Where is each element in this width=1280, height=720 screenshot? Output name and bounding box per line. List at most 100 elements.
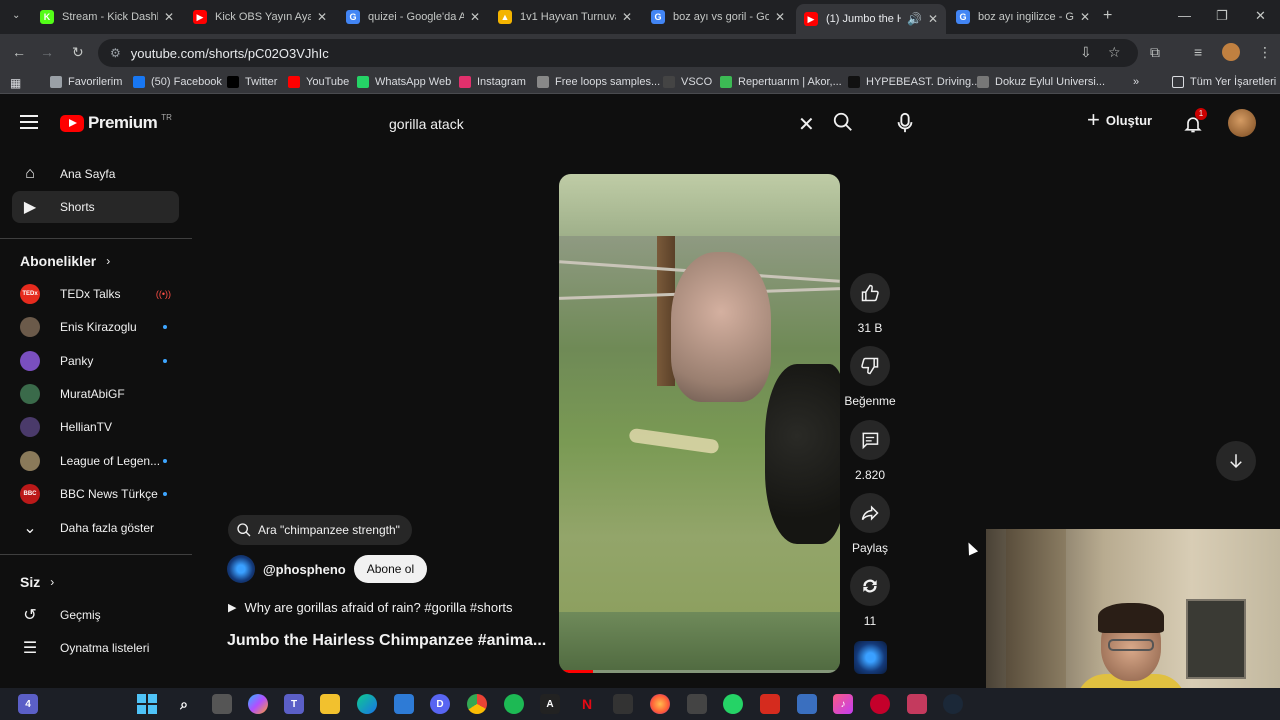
app-icon[interactable] <box>613 694 633 714</box>
sound-channel-thumbnail[interactable] <box>854 641 887 674</box>
search-input[interactable]: gorilla atack <box>375 107 830 141</box>
reload-icon[interactable]: ↻ <box>72 44 84 61</box>
comments-button[interactable] <box>850 420 890 460</box>
back-icon[interactable]: ← <box>12 44 26 60</box>
menu-icon[interactable] <box>20 115 38 133</box>
sidebar-item-subscription[interactable]: League of Legen... <box>12 445 179 477</box>
steam-icon[interactable] <box>943 694 963 714</box>
whatsapp-icon[interactable] <box>723 694 743 714</box>
bookmarks-overflow-icon[interactable]: » <box>1133 76 1139 88</box>
bookmark-item[interactable]: Twitter <box>227 76 277 88</box>
dislike-action[interactable]: Beğenme <box>844 346 896 408</box>
calculator-icon[interactable] <box>687 694 707 714</box>
like-action[interactable]: 31 B <box>850 273 890 335</box>
itunes-icon[interactable]: ♪ <box>833 694 853 714</box>
store-icon[interactable] <box>394 694 414 714</box>
share-action[interactable]: Paylaş <box>850 493 890 555</box>
search-icon[interactable] <box>832 111 854 133</box>
create-button[interactable]: + Oluştur <box>1087 109 1152 131</box>
copilot-icon[interactable] <box>248 694 268 714</box>
close-tab-icon[interactable]: ✕ <box>1080 10 1090 24</box>
edge-icon[interactable] <box>357 694 377 714</box>
bookmark-item[interactable]: Favorilerim <box>50 76 122 88</box>
microphone-icon[interactable] <box>894 111 916 135</box>
sidebar-item-subscription[interactable]: Panky <box>12 345 179 377</box>
app-red2-icon[interactable] <box>870 694 890 714</box>
subscribe-button[interactable]: Abone ol <box>353 555 428 583</box>
channel-avatar[interactable] <box>227 555 255 583</box>
windows-start-icon[interactable] <box>137 694 157 714</box>
discord-icon[interactable]: D <box>430 694 450 714</box>
remix-action[interactable]: 11 <box>850 566 890 628</box>
media-player-icon[interactable] <box>797 694 817 714</box>
close-tab-icon[interactable]: ✕ <box>775 10 785 24</box>
you-heading[interactable]: Siz › <box>20 574 54 590</box>
speaker-icon[interactable]: 🔊 <box>907 12 922 26</box>
notification-center-icon[interactable]: 4 <box>18 694 38 714</box>
browser-tab[interactable]: Gboz ayı vs goril - Goo ✕ <box>643 4 793 30</box>
bookmark-item[interactable]: VSCO <box>663 76 712 88</box>
firefox-icon[interactable] <box>650 694 670 714</box>
file-explorer-icon[interactable] <box>320 694 340 714</box>
related-video-link[interactable]: ▶ Why are gorillas afraid of rain? #gori… <box>228 600 513 615</box>
bookmark-item[interactable]: WhatsApp Web <box>357 76 451 88</box>
remix-button[interactable] <box>850 566 890 606</box>
dislike-button[interactable] <box>850 346 890 386</box>
sidebar-item-shorts[interactable]: ▶ Shorts <box>12 191 179 223</box>
short-video-player[interactable] <box>559 174 840 673</box>
bookmark-star-icon[interactable]: ☆ <box>1108 44 1121 61</box>
account-avatar[interactable] <box>1228 109 1256 137</box>
bookmark-item[interactable]: HYPEBEAST. Driving... <box>848 76 980 88</box>
related-search-chip[interactable]: Ara "chimpanzee strength" <box>228 515 412 545</box>
site-info-icon[interactable]: ⚙ <box>110 46 121 60</box>
address-bar[interactable]: ⚙ youtube.com/shorts/pC02O3VJhIc <box>98 39 1138 67</box>
subscriptions-heading[interactable]: Abonelikler › <box>20 253 110 269</box>
netflix-icon[interactable]: N <box>577 694 597 714</box>
close-tab-icon[interactable]: ✕ <box>470 10 480 24</box>
sidebar-item-history[interactable]: ↺ Geçmiş <box>12 599 179 631</box>
minimize-button[interactable]: — <box>1178 8 1191 23</box>
maximize-button[interactable]: ❐ <box>1216 8 1228 24</box>
sidebar-item-subscription[interactable]: HellianTV <box>12 411 179 443</box>
teams-icon[interactable]: T <box>284 694 304 714</box>
bookmark-item[interactable]: YouTube <box>288 76 349 88</box>
show-more-button[interactable]: ⌄ Daha fazla göster <box>12 512 179 544</box>
browser-tab[interactable]: K Stream - Kick Dashb ✕ <box>32 4 182 30</box>
sidebar-item-subscription[interactable]: MuratAbiGF <box>12 378 179 410</box>
tab-search-icon[interactable]: ⌄ <box>12 10 20 21</box>
apps-grid-icon[interactable]: ▦ <box>10 76 21 90</box>
browser-tab[interactable]: Gquizei - Google'da Ara ✕ <box>338 4 488 30</box>
like-button[interactable] <box>850 273 890 313</box>
sidebar-item-playlists[interactable]: ☰ Oynatma listeleri <box>12 632 179 664</box>
bookmark-item[interactable]: Dokuz Eylul Universi... <box>977 76 1105 88</box>
adobe-icon[interactable]: A <box>540 694 560 714</box>
comments-action[interactable]: 2.820 <box>850 420 890 482</box>
app-pink-icon[interactable] <box>907 694 927 714</box>
clear-search-icon[interactable]: ✕ <box>798 112 815 137</box>
bookmark-item[interactable]: Free loops samples... <box>537 76 660 88</box>
all-bookmarks[interactable]: Tüm Yer İşaretleri <box>1172 76 1276 88</box>
close-tab-icon[interactable]: ✕ <box>928 12 938 26</box>
bookmark-item[interactable]: (50) Facebook <box>133 76 222 88</box>
taskbar-search-icon[interactable]: ⌕ <box>174 694 194 714</box>
new-tab-button[interactable]: + <box>1103 7 1112 25</box>
close-tab-icon[interactable]: ✕ <box>622 10 632 24</box>
channel-name[interactable]: @phospheno <box>263 562 346 577</box>
app-red-icon[interactable] <box>760 694 780 714</box>
spotify-icon[interactable] <box>504 694 524 714</box>
sidebar-item-subscription[interactable]: Enis Kirazoglu <box>12 311 179 343</box>
video-progress-bar[interactable] <box>559 670 840 673</box>
forward-icon[interactable]: → <box>40 44 54 60</box>
browser-tab[interactable]: ▶ (1) Jumbo the Ha 🔊 ✕ <box>796 4 946 34</box>
browser-tab[interactable]: ▶ Kick OBS Yayın Ayarla ✕ <box>185 4 335 30</box>
close-tab-icon[interactable]: ✕ <box>164 10 174 24</box>
close-tab-icon[interactable]: ✕ <box>317 10 327 24</box>
browser-tab[interactable]: Gboz ayı ingilizce - Go ✕ <box>948 4 1098 30</box>
profile-avatar[interactable] <box>1222 43 1240 61</box>
browser-menu-icon[interactable]: ⋮ <box>1258 44 1272 61</box>
close-window-button[interactable]: ✕ <box>1255 8 1266 24</box>
bookmark-item[interactable]: Repertuarım | Akor,... <box>720 76 842 88</box>
install-app-icon[interactable]: ⇩ <box>1080 44 1092 61</box>
next-short-button[interactable] <box>1216 441 1256 481</box>
youtube-premium-logo[interactable]: Premium TR <box>60 113 172 133</box>
